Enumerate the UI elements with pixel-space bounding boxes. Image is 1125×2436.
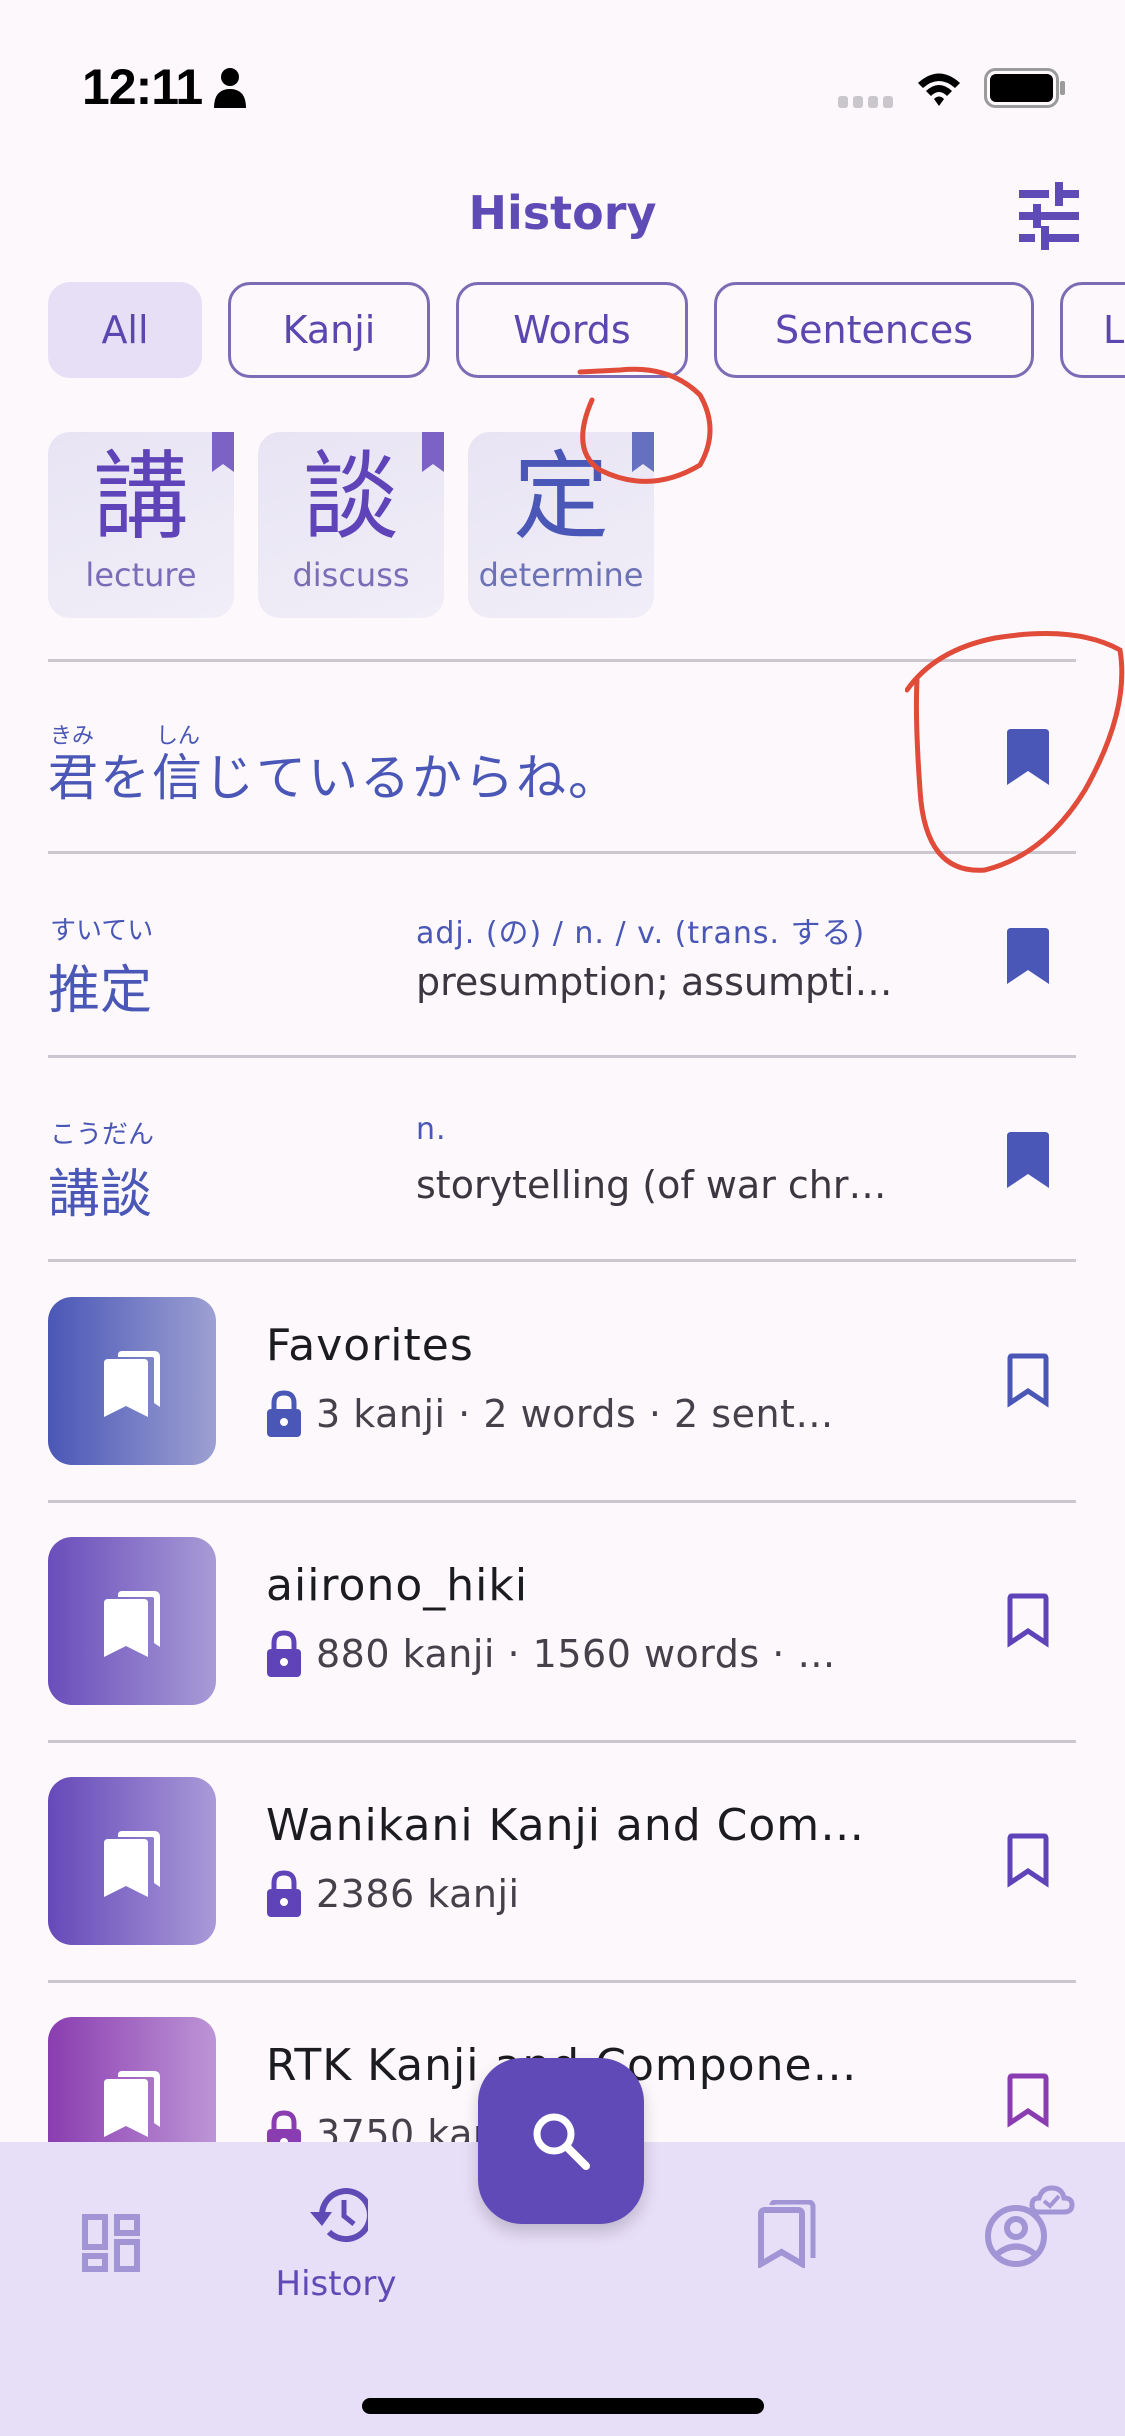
search-icon	[533, 2113, 590, 2170]
nav-dashboard[interactable]	[40, 2142, 190, 2302]
filter-chips: All Kanji Words Sentences L	[48, 282, 1125, 378]
word-reading: こうだん	[50, 1120, 155, 1150]
kanji-character: 講	[93, 441, 189, 553]
chip-all[interactable]: All	[48, 282, 202, 378]
search-button[interactable]	[478, 2058, 644, 2224]
word-row[interactable]	[0, 1058, 1125, 1258]
history-icon	[310, 2188, 368, 2243]
lock-icon	[267, 1630, 301, 1677]
bookmark-outline-icon[interactable]	[1007, 2073, 1049, 2129]
tune-icon[interactable]	[1015, 182, 1081, 250]
list-name: aiirono_hiki	[266, 1560, 529, 1611]
person-icon	[214, 68, 246, 108]
list-thumbnail	[48, 1537, 216, 1705]
bookmark-filled-icon[interactable]	[632, 432, 654, 472]
nav-history[interactable]: History	[236, 2142, 436, 2312]
battery-icon	[984, 68, 1065, 108]
bookmark-filled-icon[interactable]	[1007, 729, 1049, 785]
bookmark-outline-icon[interactable]	[1007, 1593, 1049, 1649]
lock-icon	[267, 1390, 301, 1437]
sentence-text: 君を信じているからね。	[48, 749, 620, 807]
list-meta: 3 kanji · 2 words · 2 sent…	[266, 1390, 834, 1438]
wifi-icon	[918, 73, 960, 106]
account-sync-icon	[985, 2185, 1075, 2267]
lock-icon	[267, 1870, 301, 1917]
word-text: 講談	[48, 1165, 153, 1225]
kanji-character: 談	[303, 441, 399, 553]
kanji-card[interactable]: 講 lecture	[48, 432, 234, 618]
word-reading: すいてい	[50, 916, 154, 946]
list-thumbnail	[48, 1297, 216, 1465]
kanji-cards: 講 lecture 談 discuss 定 determine	[48, 432, 654, 618]
cellular-signal-icon	[838, 96, 893, 108]
bookmark-outline-icon[interactable]	[1007, 1833, 1049, 1889]
bookmark-filled-icon[interactable]	[1007, 928, 1049, 984]
bookmark-filled-icon[interactable]	[1007, 1132, 1049, 1188]
bookmark-outline-icon[interactable]	[1007, 1353, 1049, 1409]
word-meaning: storytelling (of war chr…	[416, 1163, 887, 1207]
bookmarks-icon	[104, 1351, 160, 1417]
list-meta: 2386 kanji	[266, 1870, 520, 1918]
word-text: 推定	[48, 961, 153, 1021]
bookmark-filled-icon[interactable]	[212, 432, 234, 472]
bookmarks-icon	[758, 2200, 816, 2268]
kanji-character: 定	[513, 441, 609, 553]
kanji-card[interactable]: 談 discuss	[258, 432, 444, 618]
word-meaning: presumption; assumpti…	[416, 960, 893, 1004]
list-meta-text: 2386 kanji	[316, 1872, 520, 1916]
chip-lists[interactable]: L	[1060, 282, 1125, 378]
chip-kanji[interactable]: Kanji	[228, 282, 430, 378]
list-meta-text: 880 kanji · 1560 words · …	[316, 1632, 836, 1676]
bookmarks-icon	[104, 2071, 160, 2137]
word-part-of-speech: adj. (の) / n. / v. (trans. する)	[416, 916, 866, 951]
kanji-card[interactable]: 定 determine	[468, 432, 654, 618]
bookmarks-icon	[104, 1591, 160, 1657]
word-row[interactable]	[0, 854, 1125, 1054]
status-time: 12:11	[82, 59, 203, 115]
nav-lists[interactable]	[740, 2142, 890, 2302]
chip-sentences[interactable]: Sentences	[714, 282, 1034, 378]
home-indicator	[362, 2398, 764, 2414]
kanji-meaning: determine	[478, 556, 644, 594]
nav-account[interactable]	[970, 2142, 1120, 2312]
list-meta: 880 kanji · 1560 words · …	[266, 1630, 836, 1678]
bookmark-filled-icon[interactable]	[422, 432, 444, 472]
list-name: Favorites	[266, 1320, 474, 1371]
chip-words[interactable]: Words	[456, 282, 688, 378]
list-thumbnail	[48, 1777, 216, 1945]
kanji-meaning: discuss	[292, 556, 410, 594]
word-part-of-speech: n.	[416, 1112, 447, 1147]
page-title: History	[468, 186, 657, 240]
list-name: Wanikani Kanji and Com…	[266, 1800, 866, 1851]
dashboard-icon	[82, 2214, 140, 2272]
kanji-meaning: lecture	[85, 556, 197, 594]
list-meta-text: 3 kanji · 2 words · 2 sent…	[316, 1392, 834, 1436]
bookmarks-icon	[104, 1831, 160, 1897]
nav-history-label: History	[275, 2264, 397, 2304]
